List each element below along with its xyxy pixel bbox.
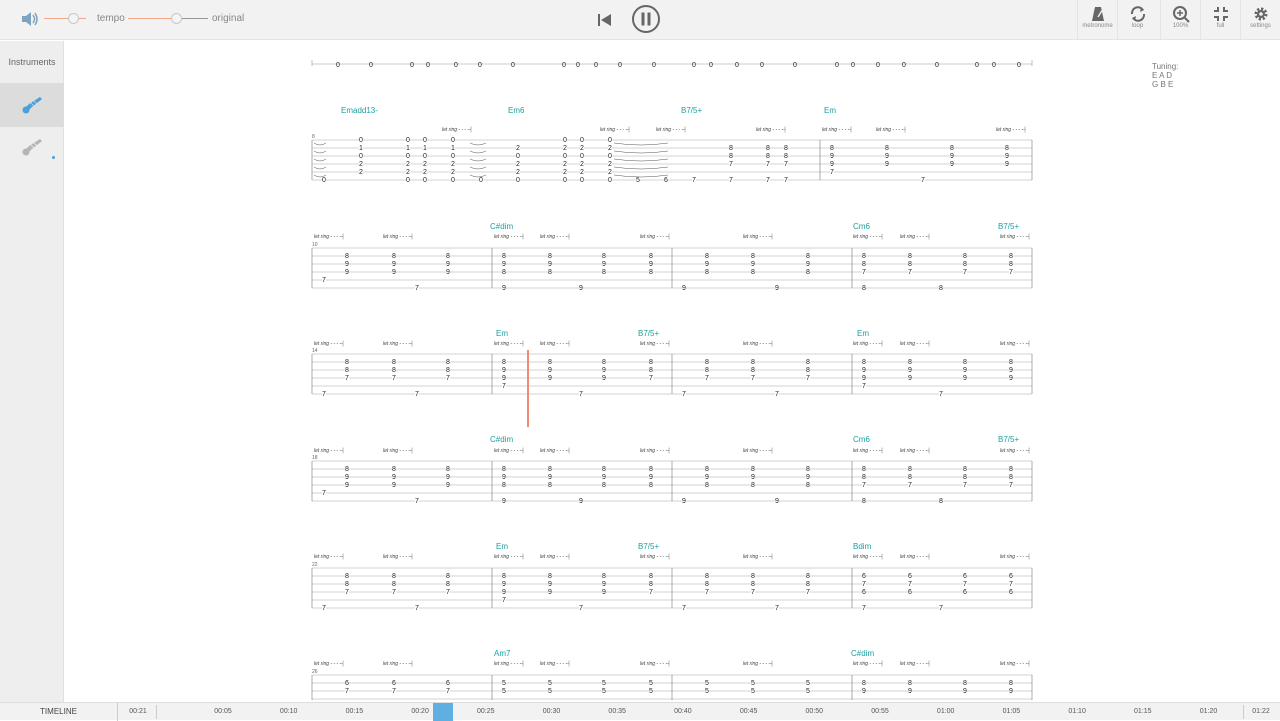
fret-number[interactable]: 6	[344, 679, 350, 687]
fret-number[interactable]: 6	[391, 679, 397, 687]
staff-lines	[311, 674, 1033, 700]
timeline-current-time: 00:21	[129, 708, 147, 715]
fret-number[interactable]: 5	[648, 679, 654, 687]
chord-name: C#dim	[851, 649, 875, 658]
fret-number[interactable]: 8	[907, 679, 913, 687]
fret-number[interactable]: 5	[601, 687, 607, 695]
let-ring-marking: let ring - - - -┤	[383, 661, 414, 667]
fret-number[interactable]: 5	[805, 687, 811, 695]
measure-number: 26	[312, 669, 318, 675]
timeline-label: TIMELINE	[0, 703, 118, 721]
fret-number[interactable]: 9	[861, 687, 867, 695]
timeline-tick[interactable]: 00:30	[543, 703, 561, 721]
fret-number[interactable]: 5	[704, 687, 710, 695]
timeline-tick[interactable]: 00:35	[608, 703, 626, 721]
fret-number[interactable]: 5	[547, 687, 553, 695]
fret-number[interactable]: 9	[907, 687, 913, 695]
timeline-tick[interactable]: 01:05	[1003, 703, 1021, 721]
playback-cursor[interactable]	[527, 350, 529, 427]
timeline-end-time: 01:22	[1252, 708, 1270, 715]
timeline-position-marker[interactable]	[433, 703, 453, 721]
timeline-tick[interactable]: 01:15	[1134, 703, 1152, 721]
timeline-tick[interactable]: 00:05	[214, 703, 232, 721]
fret-number[interactable]: 8	[1008, 679, 1014, 687]
fret-number[interactable]: 7	[445, 687, 451, 695]
timeline-tick[interactable]: 00:20	[411, 703, 429, 721]
let-ring-marking: let ring - - - -┤	[494, 661, 525, 667]
fret-number[interactable]: 5	[648, 687, 654, 695]
timeline-tick[interactable]: 00:55	[871, 703, 889, 721]
timeline-tick[interactable]: 00:10	[280, 703, 298, 721]
let-ring-marking: let ring - - - -┤	[853, 661, 884, 667]
timeline-tick[interactable]: 00:15	[346, 703, 364, 721]
fret-number[interactable]: 5	[805, 679, 811, 687]
let-ring-marking: let ring - - - -┤	[640, 661, 671, 667]
fret-number[interactable]: 5	[547, 679, 553, 687]
fret-number[interactable]: 5	[750, 687, 756, 695]
timeline-tick[interactable]: 01:20	[1200, 703, 1218, 721]
fret-number[interactable]: 5	[704, 679, 710, 687]
timeline-tick[interactable]: 00:50	[806, 703, 824, 721]
timeline-tick[interactable]: 01:10	[1068, 703, 1086, 721]
chord-name: Am7	[494, 649, 511, 658]
timeline-bar[interactable]: TIMELINE 00:21 00:05 00:10 00:15 00:20 00:25…	[0, 702, 1280, 721]
fret-number[interactable]: 7	[391, 687, 397, 695]
timeline-tick[interactable]: 00:25	[477, 703, 495, 721]
timeline-divider	[156, 705, 157, 719]
fret-number[interactable]: 8	[962, 679, 968, 687]
fret-number[interactable]: 5	[501, 679, 507, 687]
let-ring-marking: let ring - - - -┤	[540, 661, 571, 667]
timeline-divider	[1243, 705, 1244, 719]
timeline-tick[interactable]: 00:40	[674, 703, 692, 721]
fret-number[interactable]: 9	[1008, 687, 1014, 695]
timeline-tick[interactable]: 00:45	[740, 703, 758, 721]
fret-number[interactable]: 7	[344, 687, 350, 695]
fret-number[interactable]: 5	[601, 679, 607, 687]
let-ring-marking: let ring - - - -┤	[1000, 661, 1031, 667]
let-ring-marking: let ring - - - -┤	[314, 661, 345, 667]
fret-number[interactable]: 5	[501, 687, 507, 695]
let-ring-marking: let ring - - - -┤	[743, 661, 774, 667]
fret-number[interactable]: 9	[962, 687, 968, 695]
fret-number[interactable]: 5	[750, 679, 756, 687]
let-ring-marking: let ring - - - -┤	[900, 661, 931, 667]
timeline-tick[interactable]: 01:00	[937, 703, 955, 721]
fret-number[interactable]: 8	[861, 679, 867, 687]
fret-number[interactable]: 6	[445, 679, 451, 687]
